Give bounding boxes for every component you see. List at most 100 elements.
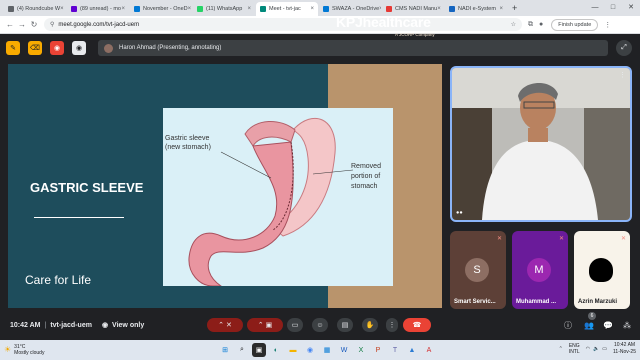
bookmark-star-icon[interactable]: ☆: [511, 21, 516, 28]
tab-label: CMS NADI Manu: [395, 6, 438, 12]
view-icon[interactable]: ◉: [72, 41, 86, 55]
store-icon[interactable]: ▦: [320, 343, 334, 357]
extensions-icon[interactable]: ⧉: [528, 21, 533, 29]
forward-icon[interactable]: →: [16, 20, 28, 29]
more-options-button[interactable]: ⋮: [386, 318, 398, 332]
label-new-stomach: (new stomach): [165, 144, 211, 151]
tab-close-icon[interactable]: ×: [437, 6, 441, 12]
label-removed: Removed: [351, 163, 381, 170]
participant-tile[interactable]: S Smart Servic... ✕: [450, 231, 506, 309]
system-clock[interactable]: 10:42 AM 11-Nov-25: [613, 342, 636, 356]
browser-tab[interactable]: NADI e-System ×: [445, 2, 507, 16]
browser-tab[interactable]: (11) WhatsApp ×: [193, 2, 255, 16]
file-explorer-icon[interactable]: ▬: [286, 343, 300, 357]
edge-icon[interactable]: ◐: [269, 343, 283, 357]
windows-taskbar: ☀ 31°C Mostly cloudy ⊞ ⌕ ▣ ◐ ▬ ◉ ▦ W X P…: [0, 340, 640, 360]
leave-call-button[interactable]: ☎: [403, 318, 431, 332]
camera-off-icon: ⌃ ▣: [257, 322, 273, 329]
tab-close-icon[interactable]: ×: [188, 6, 192, 12]
clear-annotation-icon[interactable]: ⌫: [28, 41, 42, 55]
reload-icon[interactable]: ↻: [28, 20, 40, 29]
presenter-video-tile[interactable]: ●● ⋮: [450, 66, 632, 222]
weather-desc: Mostly cloudy: [14, 350, 45, 356]
new-tab-icon[interactable]: +: [508, 3, 521, 13]
photos-icon[interactable]: ▲: [405, 343, 419, 357]
presenter-avatar: [104, 43, 113, 53]
mic-muted-icon: ✕: [620, 236, 626, 242]
tab-favicon-icon: [323, 6, 329, 12]
start-icon[interactable]: ⊞: [218, 343, 232, 357]
profile-icon[interactable]: ●: [539, 21, 543, 28]
task-view-icon[interactable]: ▣: [252, 343, 266, 357]
participant-tile[interactable]: M Muhammad ... ✕: [512, 231, 568, 309]
view-only-label: View only: [112, 321, 145, 329]
meeting-info-icon[interactable]: ⓘ: [561, 318, 575, 332]
label-gastric-sleeve: Gastric sleeve: [165, 135, 209, 142]
volume-icon[interactable]: 🔈: [593, 346, 599, 352]
participant-tile[interactable]: Azrin Marzuki ✕: [574, 231, 630, 309]
tab-label: SWAZA - OneDrive: [332, 6, 380, 12]
captions-icon: ▭: [291, 322, 299, 329]
url-field[interactable]: ⚲ meet.google.com/tvt-jacd-uem ☆: [44, 18, 522, 31]
presenter-video: [452, 68, 630, 220]
menu-icon[interactable]: ⋮: [604, 21, 611, 29]
fullscreen-icon[interactable]: ⤢: [616, 40, 632, 56]
tab-close-icon[interactable]: ×: [247, 6, 251, 12]
captions-button[interactable]: ▭: [287, 318, 303, 332]
emoji-icon: ☺: [316, 321, 324, 329]
tile-menu-icon[interactable]: ⋮: [619, 71, 626, 79]
record-icon[interactable]: ◉: [50, 41, 64, 55]
camera-button[interactable]: ⌃ ▣: [247, 318, 283, 332]
browser-tab[interactable]: (89 unread) - mo ×: [67, 2, 129, 16]
battery-icon[interactable]: ▭: [602, 346, 607, 352]
chrome-icon[interactable]: ◉: [303, 343, 317, 357]
tab-close-icon[interactable]: ×: [379, 6, 381, 12]
weather-widget[interactable]: ☀ 31°C Mostly cloudy: [0, 344, 44, 356]
tab-close-icon[interactable]: ×: [121, 6, 125, 12]
tab-close-icon[interactable]: ×: [310, 6, 314, 12]
teams-icon[interactable]: T: [388, 343, 402, 357]
word-icon[interactable]: W: [337, 343, 351, 357]
tab-close-icon[interactable]: ×: [499, 6, 503, 12]
powerpoint-icon[interactable]: P: [371, 343, 385, 357]
minimize-icon[interactable]: —: [586, 0, 604, 16]
kpj-logo: KPJhealthcare: [336, 14, 431, 30]
meet-presentation-toolbar: ✎ ⌫ ◉ ◉ Haron Ahmad (Presenting, annotat…: [0, 36, 640, 60]
present-button[interactable]: ▤: [337, 318, 353, 332]
site-info-icon[interactable]: ⚲: [50, 21, 54, 28]
tab-close-icon[interactable]: ×: [60, 6, 64, 12]
tab-favicon-icon: [260, 6, 266, 12]
browser-tab-strip: (4) Roundcube W × (89 unread) - mo × Novembe…: [0, 0, 640, 16]
taskbar-apps: ⊞ ⌕ ▣ ◐ ▬ ◉ ▦ W X P T ▲ A: [218, 343, 439, 357]
tray-overflow-icon[interactable]: ⌃: [559, 346, 563, 352]
browser-tab[interactable]: Meet - tvt-jac ×: [256, 2, 318, 16]
participant-avatar: [589, 258, 613, 282]
acrobat-icon[interactable]: A: [422, 343, 436, 357]
tab-favicon-icon: [71, 6, 77, 12]
excel-icon[interactable]: X: [354, 343, 368, 357]
raise-hand-button[interactable]: ✋: [362, 318, 378, 332]
search-icon[interactable]: ⌕: [235, 343, 249, 357]
back-icon[interactable]: ←: [4, 20, 16, 29]
slide-tagline: Care for Life: [25, 273, 92, 287]
url-text: meet.google.com/tvt-jacd-uem: [58, 21, 140, 28]
participant-name: Azrin Marzuki: [578, 299, 618, 305]
emoji-button[interactable]: ☺: [312, 318, 328, 332]
maximize-icon[interactable]: □: [604, 0, 622, 16]
browser-tab[interactable]: November - OneD ×: [130, 2, 192, 16]
close-window-icon[interactable]: ✕: [622, 0, 640, 16]
activities-icon[interactable]: ⁂: [620, 318, 634, 332]
tab-favicon-icon: [197, 6, 203, 12]
system-tray: ⌃ ENG INTL ◠ 🔈 ▭ 10:42 AM 11-Nov-25: [559, 342, 636, 356]
annotate-icon[interactable]: ✎: [6, 41, 20, 55]
chat-icon[interactable]: 💬: [601, 318, 615, 332]
people-icon[interactable]: 👥: [582, 318, 596, 332]
microphone-button[interactable]: ⌃ ✕: [207, 318, 243, 332]
language-indicator[interactable]: ENG INTL: [569, 343, 580, 355]
wifi-icon[interactable]: ◠: [586, 346, 590, 352]
presenter-banner: Haron Ahmad (Presenting, annotating): [98, 40, 608, 56]
browser-tab[interactable]: (4) Roundcube W ×: [4, 2, 66, 16]
mic-muted-icon: ✕: [558, 236, 564, 242]
finish-update-button[interactable]: Finish update: [551, 18, 599, 31]
kpj-logo-sub: A JCORP Company: [395, 32, 435, 37]
